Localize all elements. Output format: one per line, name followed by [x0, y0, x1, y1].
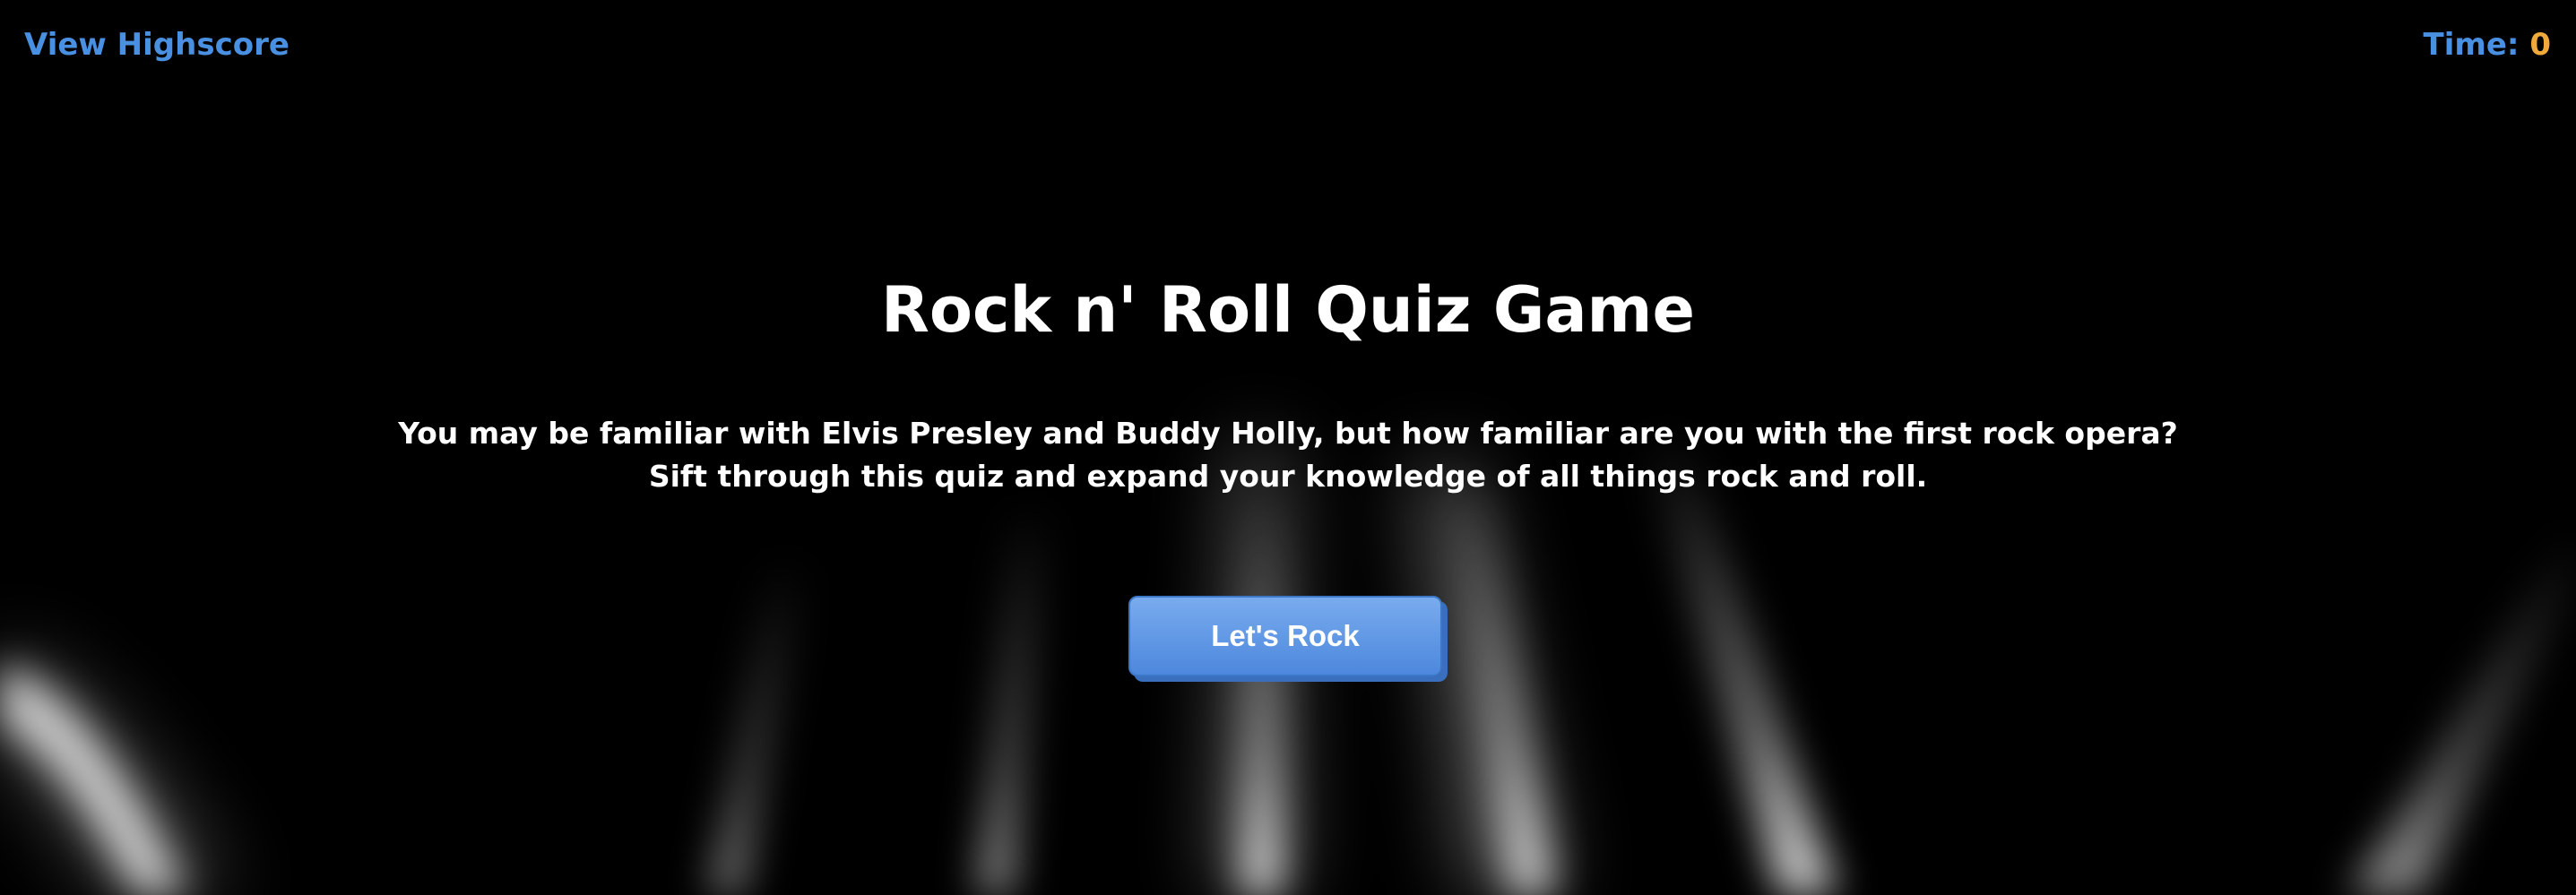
timer: Time: 0 — [2424, 27, 2551, 63]
description-line-1: You may be familiar with Elvis Presley a… — [398, 416, 2178, 451]
description-line-2: Sift through this quiz and expand your k… — [648, 459, 1928, 494]
intro-description: You may be familiar with Elvis Presley a… — [0, 412, 2576, 498]
timer-label: Time: — [2423, 27, 2520, 63]
page-title: Rock n' Roll Quiz Game — [881, 273, 1695, 347]
timer-value: 0 — [2529, 27, 2551, 63]
start-quiz-button[interactable]: Let's Rock — [1128, 596, 1442, 676]
view-highscore-link[interactable]: View Highscore — [24, 27, 290, 63]
